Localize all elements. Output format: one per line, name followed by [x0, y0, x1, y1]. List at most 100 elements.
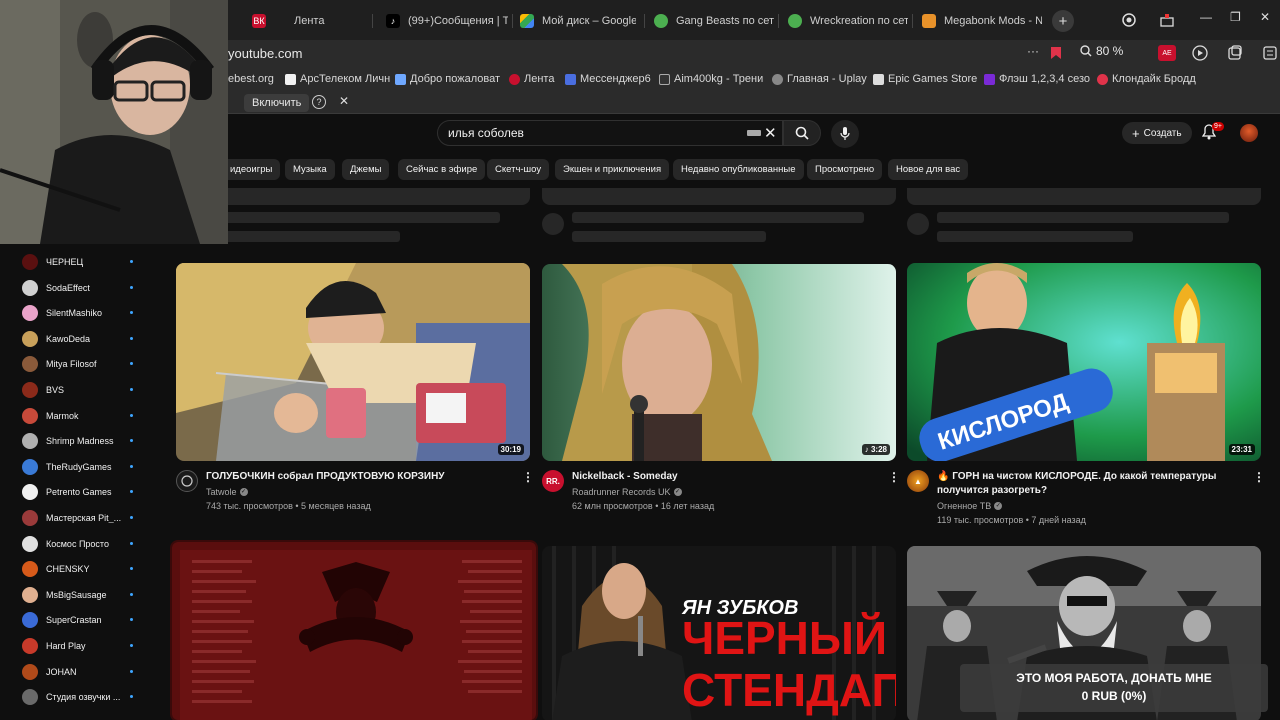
create-button[interactable]: + Создать: [1122, 122, 1192, 144]
tab-label: Gang Beasts по сет: [676, 15, 774, 27]
fire-icon: ▲: [914, 476, 922, 486]
sidebar-subscription-item[interactable]: BVS: [22, 381, 142, 399]
bookmark-item[interactable]: ebest.org: [228, 73, 274, 85]
sidebar-subscription-item[interactable]: Hard Play: [22, 637, 142, 655]
new-content-dot: [130, 669, 133, 673]
more-actions-icon[interactable]: ⋮: [888, 470, 900, 484]
standup-title-line2: СТЕНДАП: [682, 664, 896, 716]
collections-icon[interactable]: [1227, 45, 1243, 61]
sidebar-subscription-item[interactable]: SilentMashiko: [22, 304, 142, 322]
extension-icon[interactable]: AE: [1158, 45, 1176, 61]
sidebar-subscription-item[interactable]: Petrento Games: [22, 483, 142, 501]
media-play-icon[interactable]: [1192, 45, 1208, 61]
sidebar-subscription-item[interactable]: Космос Просто: [22, 535, 142, 553]
bookmark-item[interactable]: Главная - Uplay: [772, 73, 867, 85]
chip-live[interactable]: Сейчас в эфире: [398, 159, 486, 180]
url-field[interactable]: youtube.com: [228, 46, 302, 61]
more-actions-icon[interactable]: ⋮: [1253, 470, 1265, 484]
chip-watched[interactable]: Просмотрено: [807, 159, 883, 180]
downloads-icon[interactable]: [1160, 13, 1174, 27]
channel-avatar[interactable]: RR.: [542, 470, 564, 492]
voice-search-button[interactable]: [831, 120, 859, 148]
new-tab-button[interactable]: +: [1052, 10, 1074, 32]
sidebar-subscription-item[interactable]: JOHAN: [22, 663, 142, 681]
video-thumbnail[interactable]: [170, 540, 538, 720]
video-thumbnail[interactable]: 30:19: [176, 263, 530, 461]
enable-button[interactable]: Включить: [244, 94, 310, 112]
channel-name[interactable]: Огненное ТВ ✓: [937, 501, 1003, 511]
sidebar-subscription-item[interactable]: SodaEffect: [22, 279, 142, 297]
bookmark-item[interactable]: Флэш 1,2,3,4 сезо: [984, 73, 1090, 85]
sidebar-subscription-item[interactable]: SuperCrastan: [22, 611, 142, 629]
tab-separator: [912, 14, 913, 28]
sidebar-subscription-item[interactable]: KawoDeda: [22, 330, 142, 348]
new-content-dot: [130, 644, 133, 647]
tab-lenta[interactable]: ВК Лента: [252, 8, 364, 34]
tab-wreckreation[interactable]: Wreckreation по сет: [788, 8, 908, 34]
channel-name: Мастерская Pit_...: [46, 513, 122, 523]
tab-tiktok[interactable]: ♪ (99+)Сообщения | T: [386, 8, 508, 34]
video-title[interactable]: Nickelback - Someday: [572, 470, 872, 484]
sidebar-subscription-item[interactable]: ЧЕРНЕЦ: [22, 253, 142, 271]
new-content-dot: [130, 464, 133, 468]
video-title[interactable]: 🔥 ГОРН на чистом КИСЛОРОДЕ. До какой тем…: [937, 470, 1247, 498]
channel-avatar[interactable]: [176, 470, 198, 492]
chip-new-for-you[interactable]: Новое для вас: [888, 159, 969, 180]
bookmark-item[interactable]: Лента: [509, 73, 554, 85]
sidebar-subscription-item[interactable]: Студия озвучки ...: [22, 688, 142, 706]
chip-action-adventure[interactable]: Экшен и приключения: [555, 159, 670, 180]
tab-gang-beasts[interactable]: Gang Beasts по сет: [654, 8, 774, 34]
bookmark-item[interactable]: Добро пожаловат: [395, 73, 500, 85]
chip-recently-uploaded[interactable]: Недавно опубликованные: [673, 159, 804, 180]
close-infobar-icon[interactable]: ✕: [339, 94, 349, 108]
channel-name: TheRudyGames: [46, 461, 112, 472]
sidebar-subscription-item[interactable]: MsBigSausage: [22, 586, 142, 604]
more-actions-icon[interactable]: ⋮: [522, 470, 534, 484]
restore-icon[interactable]: ❐: [1230, 10, 1241, 24]
chip-jams[interactable]: Джемы: [342, 159, 390, 180]
tab-label: Лента: [294, 15, 325, 27]
video-thumbnail[interactable]: ♪ 3:28: [542, 264, 896, 461]
bookmark-icon[interactable]: [1050, 46, 1062, 60]
minimize-icon[interactable]: —: [1200, 10, 1212, 24]
menu-icon[interactable]: [1262, 45, 1278, 61]
bookmark-item[interactable]: Epic Games Store: [873, 73, 977, 85]
video-thumbnail[interactable]: КИСЛОРОД 23:31: [907, 263, 1261, 461]
sidebar-subscription-item[interactable]: Мастерская Pit_...: [22, 509, 142, 527]
video-thumbnail[interactable]: ЯН ЗУБКОВ ЧЕРНЫЙ СТЕНДАП: [542, 546, 896, 720]
close-window-icon[interactable]: ✕: [1260, 10, 1270, 24]
sidebar-subscription-item[interactable]: Shrimp Madness: [22, 432, 142, 450]
bookmark-item[interactable]: Aim400kg - Трени: [659, 73, 763, 85]
more-icon[interactable]: ···: [1027, 44, 1039, 58]
chip-music[interactable]: Музыка: [285, 159, 335, 180]
clear-search-icon[interactable]: ✕: [764, 124, 777, 142]
help-icon[interactable]: ?: [312, 95, 326, 109]
microphone-icon: [840, 127, 850, 140]
channel-avatar: [22, 433, 38, 450]
channel-name[interactable]: Roadrunner Records UK ✓: [572, 487, 682, 497]
nexus-icon: [922, 14, 936, 28]
tab-megabonk[interactable]: Megabonk Mods - N: [922, 8, 1042, 34]
bookmark-item[interactable]: АрсТелеком Личн: [285, 73, 390, 85]
tab-google-drive[interactable]: Мой диск – Google: [520, 8, 636, 34]
video-title[interactable]: ГОЛУБОЧКИН собрал ПРОДУКТОВУЮ КОРЗИНУ: [206, 470, 506, 484]
tab-label: (99+)Сообщения | T: [408, 15, 508, 27]
verified-check-icon: ✓: [994, 502, 1003, 510]
skeleton-title: [572, 212, 864, 223]
sidebar-subscription-item[interactable]: CHENSKY: [22, 560, 142, 578]
keyboard-icon[interactable]: [747, 130, 761, 136]
bookmark-item[interactable]: Мессенджер6: [565, 73, 651, 85]
chip-sketch[interactable]: Скетч-шоу: [487, 159, 550, 180]
profile-icon[interactable]: [1122, 13, 1136, 27]
channel-name[interactable]: Tatwole ✓: [206, 487, 248, 497]
sidebar-subscription-item[interactable]: Marmok: [22, 407, 142, 425]
zoom-indicator[interactable]: 80 %: [1080, 44, 1123, 58]
chip-videogames[interactable]: идеоигры: [220, 159, 281, 180]
sidebar-subscription-item[interactable]: TheRudyGames: [22, 458, 142, 476]
user-avatar[interactable]: [1240, 124, 1258, 142]
channel-avatar[interactable]: ▲: [907, 470, 929, 492]
sidebar-subscription-item[interactable]: Mitya Filosof: [22, 355, 142, 373]
new-content-dot: [130, 567, 133, 571]
bookmark-item[interactable]: Клондайк Бродд: [1097, 73, 1196, 85]
search-button[interactable]: [783, 120, 821, 146]
